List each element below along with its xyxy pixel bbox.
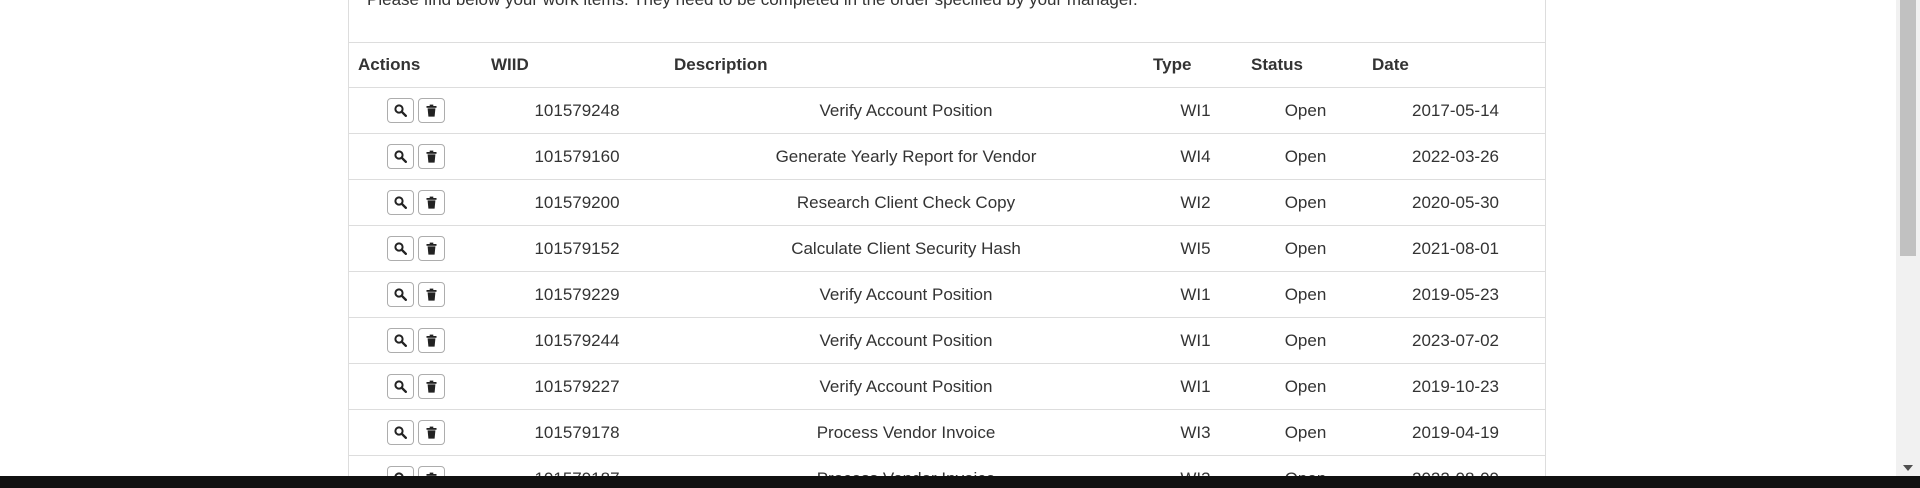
bottom-edge-bar [0,476,1920,488]
row-actions [349,455,488,476]
row-actions [349,317,488,364]
table-row: 101579227 Verify Account Position WI1 Open 2… [349,363,1545,410]
cell-type: WI1 [1146,317,1245,364]
row-actions [349,409,488,456]
view-button[interactable] [387,374,414,399]
cell-status: Open [1245,271,1366,318]
cell-description: Process Vendor Invoice [666,409,1146,456]
table-row: 101579187Process Vendor InvoiceWI3Open20… [349,455,1545,476]
view-button[interactable] [387,236,414,261]
cell-wiid: 101579244 [488,317,666,364]
cell-type: WI5 [1146,225,1245,272]
table-row: 101579178 Process Vendor Invoice WI3 Open 20… [349,409,1545,456]
cell-description: Verify Account Position [666,271,1146,318]
row-actions [349,271,488,318]
table-row: 101579248 Verify Account Position WI1 Open 2… [349,87,1545,134]
view-button[interactable] [387,282,414,307]
table-row: 101579244 Verify Account Position WI1 Open 2… [349,317,1545,364]
delete-button[interactable] [418,144,445,169]
cell-description: Calculate Client Security Hash [666,225,1146,272]
cell-date: 2019-05-23 [1366,271,1545,318]
cell-description: Process Vendor Invoice [666,455,1146,476]
cell-wiid: 101579200 [488,179,666,226]
cell-wiid: 101579152 [488,225,666,272]
scroll-down-button[interactable] [1896,460,1920,476]
row-actions [349,133,488,180]
view-button[interactable] [387,190,414,215]
delete-button[interactable] [418,328,445,353]
table-header-row: Actions WIID Description Type Status Dat… [349,42,1545,88]
cell-date: 2019-04-19 [1366,409,1545,456]
cell-type: WI2 [1146,179,1245,226]
row-actions [349,179,488,226]
table-row: 101579229 Verify Account Position WI1 Open 2… [349,271,1545,318]
delete-button[interactable] [418,420,445,445]
page-viewport: Please find below your work items. They … [0,0,1920,476]
cell-description: Verify Account Position [666,317,1146,364]
cell-wiid: 101579229 [488,271,666,318]
cell-status: Open [1245,179,1366,226]
header-wiid: WIID [488,42,666,88]
cell-status: Open [1245,87,1366,134]
cell-status: Open [1245,409,1366,456]
cell-date: 2022-08-09 [1366,455,1545,476]
vertical-scrollbar[interactable] [1896,0,1920,476]
cell-date: 2020-05-30 [1366,179,1545,226]
chevron-down-icon [1903,465,1913,471]
header-actions: Actions [349,42,488,88]
cell-type: WI3 [1146,455,1245,476]
delete-button[interactable] [418,466,445,476]
work-items-panel: Please find below your work items. They … [348,0,1546,476]
cell-type: WI1 [1146,87,1245,134]
intro-text: Please find below your work items. They … [367,0,1138,10]
cell-description: Research Client Check Copy [666,179,1146,226]
cell-status: Open [1245,133,1366,180]
cell-status: Open [1245,225,1366,272]
header-description: Description [666,42,1146,88]
cell-type: WI3 [1146,409,1245,456]
cell-date: 2022-03-26 [1366,133,1545,180]
scrollbar-thumb[interactable] [1900,0,1916,256]
cell-status: Open [1245,363,1366,410]
cell-status: Open [1245,455,1366,476]
table-row: 101579160 Generate Yearly Report for Vend… [349,133,1545,180]
delete-button[interactable] [418,374,445,399]
view-button[interactable] [387,144,414,169]
header-status: Status [1245,42,1366,88]
view-button[interactable] [387,466,414,476]
view-button[interactable] [387,98,414,123]
row-actions [349,225,488,272]
cell-date: 2023-07-02 [1366,317,1545,364]
table-row: 101579152 Calculate Client Security Hash W… [349,225,1545,272]
header-date: Date [1366,42,1545,88]
delete-button[interactable] [418,190,445,215]
cell-date: 2019-10-23 [1366,363,1545,410]
delete-button[interactable] [418,282,445,307]
cell-wiid: 101579187 [488,455,666,476]
cell-wiid: 101579178 [488,409,666,456]
row-actions [349,363,488,410]
cell-type: WI1 [1146,363,1245,410]
table-row: 101579200 Research Client Check Copy WI2 Op… [349,179,1545,226]
row-actions [349,87,488,134]
work-items-table: Actions WIID Description Type Status Dat… [349,42,1545,476]
cell-status: Open [1245,317,1366,364]
cell-wiid: 101579248 [488,87,666,134]
view-button[interactable] [387,420,414,445]
cell-wiid: 101579160 [488,133,666,180]
delete-button[interactable] [418,98,445,123]
cell-type: WI1 [1146,271,1245,318]
cell-description: Verify Account Position [666,363,1146,410]
delete-button[interactable] [418,236,445,261]
cell-description: Verify Account Position [666,87,1146,134]
cell-date: 2021-08-01 [1366,225,1545,272]
cell-wiid: 101579227 [488,363,666,410]
cell-type: WI4 [1146,133,1245,180]
cell-date: 2017-05-14 [1366,87,1545,134]
header-type: Type [1146,42,1245,88]
view-button[interactable] [387,328,414,353]
cell-description: Generate Yearly Report for Vendor [666,133,1146,180]
